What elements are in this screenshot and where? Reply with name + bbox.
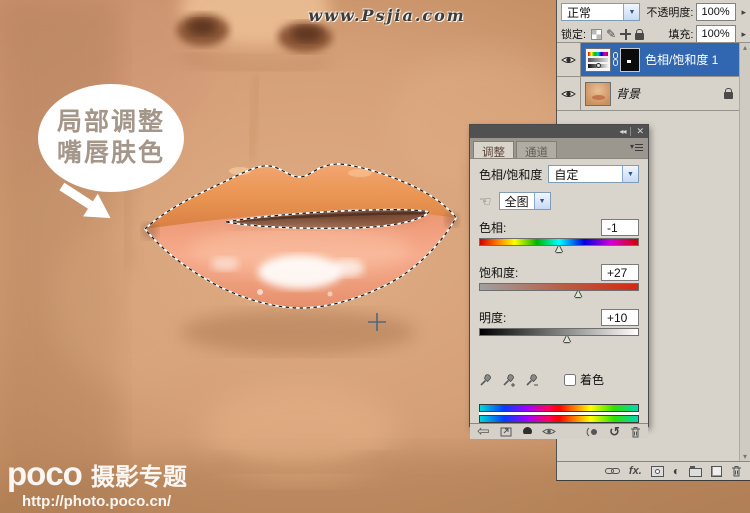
hue-slider-handle[interactable]: ▲ (554, 244, 565, 255)
tab-channels[interactable]: 通道 (516, 141, 557, 159)
callout-line2: 嘴唇肤色 (56, 139, 165, 167)
callout-arrow-icon (59, 182, 111, 219)
lock-pixels-icon[interactable]: ✎ (606, 28, 616, 40)
eye-icon (561, 56, 576, 63)
eyedropper-icon[interactable] (479, 373, 493, 387)
lock-all-icon[interactable] (635, 28, 645, 40)
lock-transparency-icon[interactable] (591, 28, 603, 40)
fill-label: 填充: (668, 29, 694, 41)
screenshot: 局部调整 嘴唇肤色 www.Psjia.com poco 摄影专题 http:/… (0, 0, 750, 513)
callout-line1: 局部调整 (56, 107, 165, 136)
blend-mode-select[interactable]: 正常 ▼ (561, 3, 641, 21)
layer-mask-thumbnail[interactable] (620, 47, 640, 72)
saturation-slider-group: 饱和度: ▲ (479, 264, 639, 300)
lock-label: 锁定: (561, 29, 587, 41)
colorize-checkbox[interactable] (564, 373, 576, 386)
visibility-icon[interactable] (541, 427, 556, 436)
poco-logo: poco (7, 455, 83, 492)
fill-field[interactable] (696, 25, 737, 43)
adjustments-body: 色相/饱和度 自定 ▼ ☜ 全图 ▼ 色相: -1 ▲ 饱和度: +27 ▲ 明… (470, 159, 648, 423)
adjustments-footer: ⇦ ↺ (470, 423, 648, 439)
background-layer-thumbnail[interactable] (585, 81, 611, 106)
panel-menu-icon[interactable]: ▾ (630, 143, 643, 151)
fill-spinner-icon[interactable]: ▸ (741, 29, 746, 40)
saturation-slider-handle[interactable]: ▲ (573, 289, 584, 300)
lightness-ramp (479, 328, 639, 336)
eyedropper-row: 着色 (479, 371, 639, 388)
new-group-icon[interactable] (689, 465, 702, 477)
expand-panel-icon[interactable] (500, 426, 513, 437)
adjustment-title: 色相/饱和度 (479, 167, 543, 182)
lip-gloss-highlight (258, 255, 342, 289)
reset-icon[interactable]: ↺ (609, 425, 620, 438)
lock-position-icon[interactable] (620, 28, 632, 40)
delete-layer-icon[interactable] (731, 465, 742, 477)
layer-styles-icon[interactable]: fx. (629, 465, 642, 477)
new-adjustment-layer-icon[interactable]: ◐ (673, 465, 680, 477)
hue-value-field[interactable] (601, 219, 639, 236)
visibility-toggle[interactable] (557, 77, 581, 110)
channel-select[interactable]: 全图 ▼ (498, 192, 551, 210)
poco-suffix: 摄影专题 (90, 464, 187, 491)
collapse-panel-icon[interactable]: ◂◂ (619, 127, 626, 136)
eyedropper-minus-icon[interactable] (525, 373, 539, 387)
blend-mode-value: 正常 (567, 5, 592, 20)
opacity-spinner-icon[interactable]: ▸ (741, 7, 746, 18)
panel-tabs: 调整 通道 ▾ (470, 138, 648, 159)
adjustment-layer-thumbnail[interactable] (585, 47, 611, 72)
spectrum-bar-bottom (479, 415, 639, 423)
tab-adjustments[interactable]: 调整 (473, 141, 514, 159)
back-arrow-icon[interactable]: ⇦ (477, 424, 490, 439)
visibility-toggle[interactable] (557, 43, 581, 76)
previous-state-icon[interactable] (585, 427, 599, 437)
preset-select[interactable]: 自定 ▼ (548, 165, 639, 183)
hue-label: 色相: (479, 221, 507, 235)
chevron-down-icon[interactable]: ▼ (533, 193, 550, 209)
preset-value: 自定 (554, 167, 579, 182)
spectrum-bar-top (479, 404, 639, 412)
saturation-label: 饱和度: (479, 266, 519, 280)
hue-slider-group: 色相: ▲ (479, 219, 639, 255)
scroll-up-icon[interactable]: ▴ (743, 43, 747, 53)
clip-to-layer-icon[interactable] (522, 427, 532, 436)
layers-scrollbar[interactable]: ▴ ▾ (739, 43, 750, 462)
colorize-label: 着色 (580, 373, 605, 387)
lightness-value-field[interactable] (601, 309, 639, 326)
opacity-field[interactable] (696, 3, 737, 21)
eye-icon (561, 90, 576, 97)
layer-row-background[interactable]: 背景 (557, 77, 750, 111)
poco-watermark: poco 摄影专题 http://photo.poco.cn/ (7, 457, 187, 510)
panel-titlebar: ◂◂ ✕ (470, 125, 648, 138)
layer-row-hue-saturation[interactable]: 色相/饱和度 1 (557, 43, 750, 77)
layer-name[interactable]: 色相/饱和度 1 (645, 51, 718, 68)
under-lip-shadow (180, 310, 416, 354)
link-layers-icon[interactable] (604, 467, 620, 475)
lightness-slider-group: 明度: ▲ (479, 309, 639, 345)
saturation-value-field[interactable] (601, 264, 639, 281)
saturation-ramp (479, 283, 639, 291)
targeted-adjustment-icon[interactable]: ☜ (479, 194, 492, 208)
lightness-label: 明度: (479, 311, 507, 325)
new-layer-icon[interactable] (711, 465, 722, 477)
hue-spectrum (479, 404, 639, 423)
chevron-down-icon[interactable]: ▼ (623, 4, 640, 20)
mask-link-icon[interactable] (612, 52, 619, 67)
adjustments-panel: ◂◂ ✕ 调整 通道 ▾ 色相/饱和度 自定 ▼ ☜ 全图 ▼ 色相: -1 ▲… (469, 124, 649, 439)
eyedropper-plus-icon[interactable] (502, 373, 516, 387)
opacity-label: 不透明度: (646, 7, 694, 19)
site-watermark: www.Psjia.com (308, 6, 466, 25)
layers-panel-footer: fx. ◐ (557, 461, 750, 480)
add-mask-icon[interactable] (650, 465, 664, 477)
poco-url: http://photo.poco.cn/ (22, 493, 172, 510)
close-icon[interactable]: ✕ (636, 127, 644, 136)
lightness-slider-handle[interactable]: ▲ (562, 334, 573, 345)
channel-value: 全图 (504, 194, 529, 209)
chevron-down-icon[interactable]: ▼ (622, 166, 638, 182)
background-lock-icon (724, 88, 733, 99)
layer-name[interactable]: 背景 (616, 85, 640, 102)
delete-adjustment-icon[interactable] (630, 426, 641, 438)
